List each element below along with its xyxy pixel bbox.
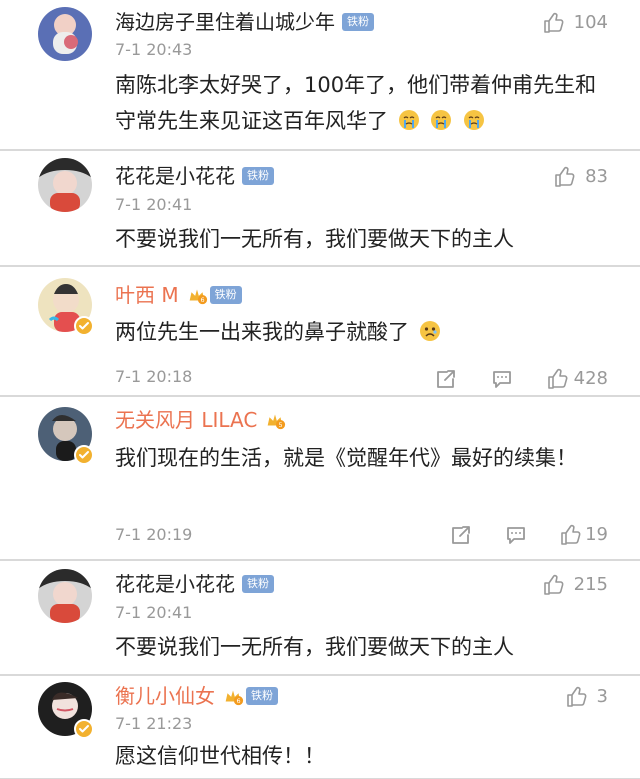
thumbs-up-icon[interactable]	[559, 523, 583, 547]
comment-text: 不要说我们一无所有，我们要做天下的主人	[115, 221, 605, 257]
comment-6-header: 衡儿小仙女 6 铁粉	[115, 682, 278, 710]
verified-badge-icon	[74, 316, 94, 336]
comment-text: 我们现在的生活，就是《觉醒年代》最好的续集！	[115, 440, 605, 476]
comment-text-body: 愿这信仰世代相传！！	[115, 744, 325, 768]
comment-3-header: 叶西 M 6 铁粉	[115, 281, 242, 309]
like-button[interactable]: 104	[542, 11, 608, 35]
thumbs-up-icon	[566, 686, 587, 707]
share-icon[interactable]	[449, 523, 473, 547]
comment-2-header: 花花是小花花 铁粉	[115, 162, 274, 190]
username[interactable]: 衡儿小仙女	[115, 682, 215, 710]
comment-card-4: 无关风月 LILAC 5 我们现在的生活，就是《觉醒年代》最好的续集！ 7-1 …	[0, 396, 640, 560]
crown-level: 6	[236, 697, 240, 705]
timestamp: 7-1 21:23	[115, 714, 193, 733]
comment-text-body: 不要说我们一无所有，我们要做天下的主人	[115, 227, 514, 251]
like-count: 83	[585, 166, 608, 187]
like-button[interactable]: 3	[565, 685, 608, 709]
fan-badge: 铁粉	[242, 575, 274, 593]
verified-badge-icon	[74, 445, 94, 465]
like-button[interactable]: 215	[542, 573, 608, 597]
crown-badge-icon: 6	[225, 690, 244, 706]
crown-badge-icon: 6	[189, 289, 207, 305]
sad-emoji-icon	[418, 319, 442, 343]
fan-badge: 铁粉	[342, 13, 374, 31]
comment-icon[interactable]	[490, 367, 514, 391]
timestamp: 7-1 20:41	[115, 603, 193, 622]
comment-text-body: 我们现在的生活，就是《觉醒年代》最好的续集！	[115, 446, 577, 470]
like-count: 428	[573, 368, 608, 389]
username[interactable]: 叶西 M	[115, 281, 179, 309]
fan-badge: 铁粉	[209, 286, 242, 304]
comment-card-1: 海边房子里住着山城少年 铁粉 104 7-1 20:43 南陈北李太好哭了，10…	[0, 0, 640, 150]
crown-level: 6	[200, 296, 204, 304]
avatar[interactable]	[38, 7, 92, 61]
fan-badge: 铁粉	[242, 167, 274, 185]
crown-badge: 6 铁粉	[222, 685, 278, 707]
fan-badge: 铁粉	[246, 687, 278, 705]
crying-emoji-icon	[397, 108, 421, 132]
comment-text-body: 两位先生一出来我的鼻子就酸了	[115, 320, 409, 344]
user-avatar-5-image	[38, 569, 92, 623]
comment-4-header: 无关风月 LILAC 5	[115, 406, 286, 434]
comment-card-2: 花花是小花花 铁粉 83 7-1 20:41 不要说我们一无所有，我们要做天下的…	[0, 150, 640, 266]
thumbs-up-icon[interactable]	[546, 367, 570, 391]
crying-emoji-icon	[462, 108, 486, 132]
like-count: 104	[573, 12, 608, 33]
comment-icon[interactable]	[504, 523, 528, 547]
comment-4-actions: 19	[0, 518, 640, 552]
comment-card-6: 衡儿小仙女 6 铁粉 3 7-1 21:23 愿这信仰世代相传！！	[0, 675, 640, 779]
avatar[interactable]	[38, 158, 92, 212]
like-count: 3	[596, 686, 608, 707]
thumbs-up-icon	[543, 12, 564, 33]
comment-feed: 海边房子里住着山城少年 铁粉 104 7-1 20:43 南陈北李太好哭了，10…	[0, 0, 640, 779]
comment-3-actions: 428	[0, 362, 640, 396]
comment-text: 不要说我们一无所有，我们要做天下的主人	[115, 629, 605, 665]
comment-1-header: 海边房子里住着山城少年 铁粉	[115, 8, 374, 36]
username[interactable]: 花花是小花花	[115, 570, 235, 598]
timestamp: 7-1 20:41	[115, 195, 193, 214]
like-button[interactable]: 83	[553, 165, 608, 189]
comment-text-body: 南陈北李太好哭了，100年了，他们带着仲甫先生和守常先生来见证这百年风华了	[115, 73, 597, 133]
crown-badge-icon: 5	[267, 414, 286, 430]
username[interactable]: 海边房子里住着山城少年	[115, 8, 335, 36]
avatar[interactable]	[38, 569, 92, 623]
comment-text-body: 不要说我们一无所有，我们要做天下的主人	[115, 635, 514, 659]
comment-card-3: 叶西 M 6 铁粉 两位先生一出来我的鼻子就酸了 7-1 20:18 428	[0, 266, 640, 396]
crown-badge: 5	[264, 409, 286, 431]
timestamp: 7-1 20:43	[115, 40, 193, 59]
crying-emoji-icon	[429, 108, 453, 132]
share-icon[interactable]	[434, 367, 458, 391]
comment-5-header: 花花是小花花 铁粉	[115, 570, 274, 598]
verified-badge-icon	[74, 719, 94, 739]
thumbs-up-icon	[555, 166, 575, 187]
crown-badge: 6 铁粉	[186, 284, 242, 306]
thumbs-up-icon	[543, 574, 564, 595]
username[interactable]: 花花是小花花	[115, 162, 235, 190]
comment-text: 南陈北李太好哭了，100年了，他们带着仲甫先生和守常先生来见证这百年风华了	[115, 67, 605, 139]
like-count: 19	[585, 524, 608, 545]
comment-text: 两位先生一出来我的鼻子就酸了	[115, 314, 605, 350]
user-avatar-1-image	[38, 7, 92, 61]
user-avatar-2-image	[38, 158, 92, 212]
comment-card-5: 花花是小花花 铁粉 215 7-1 20:41 不要说我们一无所有，我们要做天下…	[0, 560, 640, 675]
username[interactable]: 无关风月 LILAC	[115, 406, 257, 434]
comment-text: 愿这信仰世代相传！！	[115, 738, 605, 774]
crown-level: 5	[279, 421, 283, 429]
like-count: 215	[573, 574, 608, 595]
